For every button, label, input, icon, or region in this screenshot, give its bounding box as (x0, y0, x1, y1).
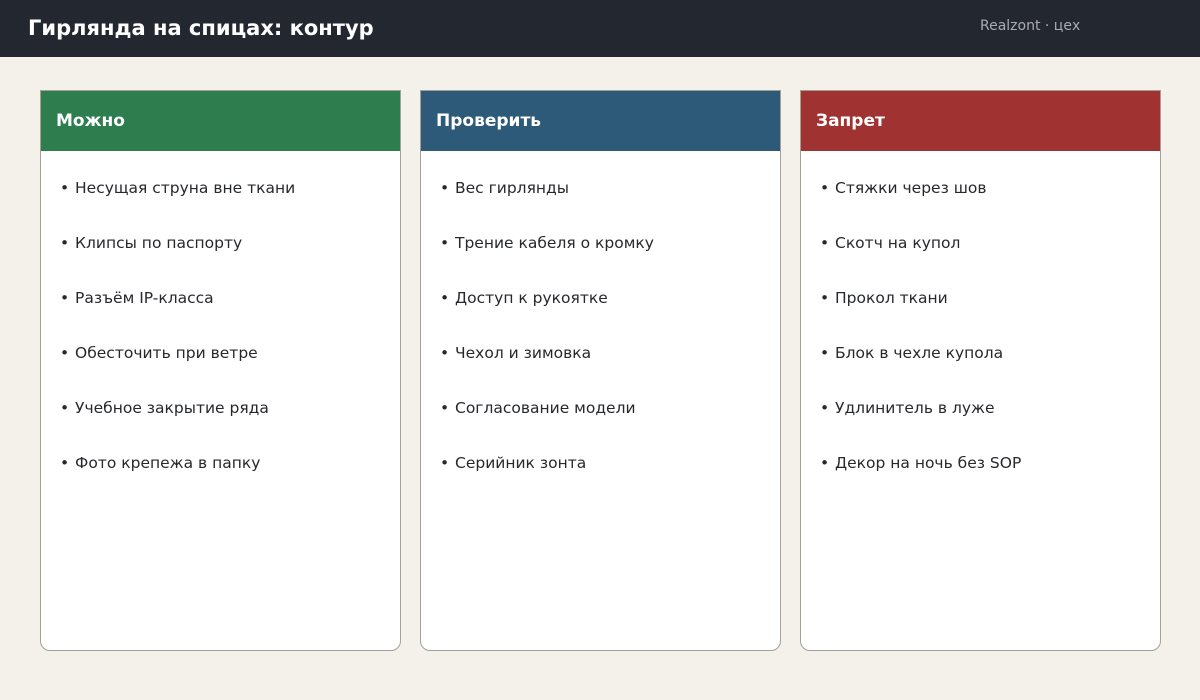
bullet-icon: • (820, 179, 830, 197)
item-label: Скотч на купол (835, 234, 961, 252)
list-item: • Блок в чехле купола (820, 343, 1160, 398)
top-bar: Гирлянда на спицах: контур Realzont · це… (0, 0, 1200, 57)
bullet-icon: • (440, 344, 450, 362)
column-allowed: Можно • Несущая струна вне ткани • Клипсы … (40, 90, 401, 651)
list-item: • Скотч на купол (820, 233, 1160, 288)
item-label: Вес гирлянды (455, 179, 569, 197)
list-item: • Серийник зонта (440, 453, 780, 508)
item-label: Серийник зонта (455, 454, 587, 472)
list-item: • Декор на ночь без SOP (820, 453, 1160, 508)
column-header: Проверить (421, 91, 780, 151)
item-label: Стяжки через шов (835, 179, 987, 197)
list-item: • Удлинитель в луже (820, 398, 1160, 453)
item-list: • Вес гирлянды • Трение кабеля о кромку • Д… (421, 151, 780, 508)
list-item: • Разъём IP-класса (60, 288, 400, 343)
item-label: Клипсы по паспорту (75, 234, 243, 252)
column-header: Можно (41, 91, 400, 151)
item-label: Согласование модели (455, 399, 636, 417)
bullet-icon: • (60, 344, 70, 362)
bullet-icon: • (60, 234, 70, 252)
item-list: • Стяжки через шов • Скотч на купол • Проко… (801, 151, 1160, 508)
bullet-icon: • (820, 289, 830, 307)
item-label: Чехол и зимовка (455, 344, 592, 362)
list-item: • Доступ к рукоятке (440, 288, 780, 343)
list-item: • Вес гирлянды (440, 178, 780, 233)
bullet-icon: • (440, 234, 450, 252)
list-item: • Клипсы по паспорту (60, 233, 400, 288)
bullet-icon: • (60, 399, 70, 417)
item-label: Учебное закрытие ряда (75, 399, 269, 417)
list-item: • Прокол ткани (820, 288, 1160, 343)
list-item: • Трение кабеля о кромку (440, 233, 780, 288)
bullet-icon: • (820, 344, 830, 362)
item-label: Фото крепежа в папку (75, 454, 261, 472)
item-list: • Несущая струна вне ткани • Клипсы по пас… (41, 151, 400, 508)
list-item: • Учебное закрытие ряда (60, 398, 400, 453)
bullet-icon: • (820, 399, 830, 417)
org-label: Realzont · цех (980, 18, 1081, 34)
list-item: • Фото крепежа в папку (60, 453, 400, 508)
bullet-icon: • (440, 399, 450, 417)
list-item: • Стяжки через шов (820, 178, 1160, 233)
bullet-icon: • (60, 179, 70, 197)
item-label: Трение кабеля о кромку (455, 234, 654, 252)
list-item: • Согласование модели (440, 398, 780, 453)
bullet-icon: • (60, 289, 70, 307)
bullet-icon: • (60, 454, 70, 472)
column-header: Запрет (801, 91, 1160, 151)
list-item: • Обесточить при ветре (60, 343, 400, 398)
item-label: Несущая струна вне ткани (75, 179, 296, 197)
page-title: Гирлянда на спицах: контур (28, 16, 374, 40)
item-label: Декор на ночь без SOP (835, 454, 1022, 472)
item-label: Разъём IP-класса (75, 289, 214, 307)
column-check: Проверить • Вес гирлянды • Трение кабеля о… (420, 90, 781, 651)
item-label: Прокол ткани (835, 289, 948, 307)
item-label: Доступ к рукоятке (455, 289, 608, 307)
item-label: Удлинитель в луже (835, 399, 995, 417)
list-item: • Несущая струна вне ткани (60, 178, 400, 233)
bullet-icon: • (820, 454, 830, 472)
bullet-icon: • (440, 289, 450, 307)
item-label: Обесточить при ветре (75, 344, 258, 362)
column-forbidden: Запрет • Стяжки через шов • Скотч на купол… (800, 90, 1161, 651)
bullet-icon: • (820, 234, 830, 252)
bullet-icon: • (440, 179, 450, 197)
list-item: • Чехол и зимовка (440, 343, 780, 398)
item-label: Блок в чехле купола (835, 344, 1004, 362)
bullet-icon: • (440, 454, 450, 472)
